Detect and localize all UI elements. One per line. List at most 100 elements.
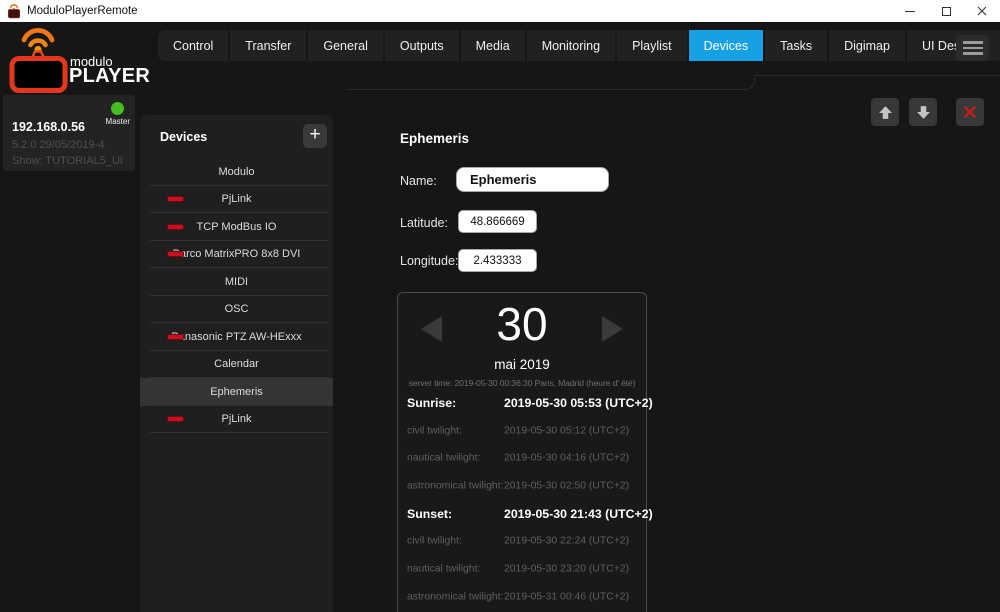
sun-time-value: 2019-05-30 04:16 (UTC+2) [504,452,630,464]
tab-control[interactable]: Control [158,30,229,61]
device-status-indicator [167,251,184,258]
latitude-label: Latitude: [400,216,448,230]
server-time-text: server time: 2019-05-30 00:36:30 Paris, … [408,378,636,388]
tab-monitoring[interactable]: Monitoring [526,30,616,61]
sun-time-row: nautical twilight: 2019-05-30 04:16 (UTC+… [398,444,646,472]
machine-show: Show: TUTORIAL5_UI [12,155,123,167]
device-label: Barco MatrixPRO 8x8 DVI [172,248,301,261]
sun-time-label: civil twilight: [407,425,462,437]
tab-digimap[interactable]: Digimap [829,30,905,61]
device-item-midi[interactable]: MIDI [140,268,333,296]
machine-ip: 192.168.0.56 [12,120,85,134]
sun-time-label: Sunrise: [407,395,457,410]
device-item-calendar[interactable]: Calendar [140,351,333,379]
machine-card[interactable]: Master 192.168.0.56 5.2.0 29/05/2019-4 S… [3,95,135,171]
device-list: Modulo PjLink TCP ModBus IO Barco MatrixPRO… [140,158,333,433]
sun-time-value: 2019-05-30 05:12 (UTC+2) [504,425,630,437]
machine-version: 5.2.0 29/05/2019-4 [12,139,105,151]
device-item-barco-matrixpro-8x8-dvi[interactable]: Barco MatrixPRO 8x8 DVI [140,241,333,269]
app-icon [7,3,21,19]
hamburger-icon [962,41,983,44]
device-status-indicator [167,416,184,423]
tab-media[interactable]: Media [460,30,525,61]
sun-time-label: astronomical twilight: [407,480,504,492]
device-status-indicator [167,196,184,203]
device-label: PjLink [221,193,252,206]
sun-time-row: civil twilight: 2019-05-30 05:12 (UTC+2) [398,417,646,445]
detail-title: Ephemeris [400,131,470,146]
longitude-label: Longitude: [400,254,459,268]
content-sheet-edge [347,75,755,90]
move-down-button[interactable] [909,98,937,126]
tab-tasks[interactable]: Tasks [765,30,828,61]
device-label: PjLink [221,413,252,426]
sun-times: Sunrise: 2019-05-30 05:53 (UTC+2) civil tw… [398,389,653,611]
master-badge: Master [105,117,130,126]
online-status-icon [111,102,124,115]
sun-time-row: Sunrise: 2019-05-30 05:53 (UTC+2) [398,389,653,417]
app-window: ModuloPlayerRemote modulo PLAYER Control… [0,0,1000,612]
titlebar: ModuloPlayerRemote [0,0,1000,22]
name-label: Name: [400,174,437,188]
sun-time-label: Sunset: [407,506,453,521]
arrow-down-icon [916,105,930,119]
sun-time-label: nautical twilight: [407,563,481,575]
device-item-panasonic-ptz-aw-hexxx[interactable]: Panasonic PTZ AW-HExxx [140,323,333,351]
sun-time-row: astronomical twilight: 2019-05-30 02:50 (… [398,472,646,500]
minimize-icon[interactable] [892,0,928,22]
device-label: Modulo [218,165,255,178]
sun-time-value: 2019-05-30 23:20 (UTC+2) [504,563,630,575]
device-label: TCP ModBus IO [196,220,277,233]
device-label: Panasonic PTZ AW-HExxx [171,330,302,343]
next-day-icon[interactable] [602,316,623,342]
sun-time-value: 2019-05-30 02:50 (UTC+2) [504,480,630,492]
sun-time-value: 2019-05-30 05:53 (UTC+2) [504,395,653,410]
longitude-input[interactable] [458,249,537,272]
tab-transfer[interactable]: Transfer [230,30,307,61]
device-status-indicator [167,333,184,340]
sun-time-value: 2019-05-30 21:43 (UTC+2) [504,506,653,521]
tab-outputs[interactable]: Outputs [384,30,459,61]
device-item-ephemeris[interactable]: Ephemeris [140,378,333,406]
sun-time-row: nautical twilight: 2019-05-30 23:20 (UTC+… [398,555,646,583]
sun-time-value: 2019-05-30 22:24 (UTC+2) [504,535,630,547]
device-item-pjlink[interactable]: PjLink [140,186,333,214]
window-title: ModuloPlayerRemote [27,5,138,17]
tab-devices[interactable]: Devices [688,30,764,61]
tab-playlist[interactable]: Playlist [617,30,687,61]
move-up-button[interactable] [871,98,899,126]
delete-device-button[interactable] [956,98,984,126]
calendar-month-year: mai 2019 [494,357,550,372]
menu-button[interactable] [956,35,989,61]
sun-time-row: Sunset: 2019-05-30 21:43 (UTC+2) [398,500,653,528]
nav-tabs: Control Transfer General Outputs Media Monito… [158,30,1000,61]
sun-time-row: astronomical twilight: 2019-05-31 00:46 (… [398,583,646,611]
name-input[interactable] [456,167,609,192]
red-cross-icon [964,106,976,118]
sun-time-label: nautical twilight: [407,452,481,464]
ephemeris-calendar: 30 mai 2019 server time: 2019-05-30 00:3… [397,292,653,612]
window-controls [892,0,1000,22]
device-item-modulo[interactable]: Modulo [140,158,333,186]
latitude-input[interactable] [458,210,537,233]
logo-text-player: PLAYER [69,65,151,87]
device-item-pjlink[interactable]: PjLink [140,406,333,434]
device-status-indicator [167,223,184,230]
modulo-player-icon [9,27,68,93]
arrow-up-icon [878,105,892,119]
sun-time-label: civil twilight: [407,535,462,547]
tab-general[interactable]: General [308,30,383,61]
devices-panel-title: Devices [160,130,208,144]
sun-time-label: astronomical twilight: [407,591,504,603]
device-label: Calendar [214,358,259,371]
close-icon[interactable] [964,0,1000,22]
device-item-osc[interactable]: OSC [140,296,333,324]
content-sheet-edge-right [755,75,1000,76]
maximize-icon[interactable] [928,0,964,22]
sun-time-row: civil twilight: 2019-05-30 22:24 (UTC+2) [398,527,646,555]
sun-time-value: 2019-05-31 00:46 (UTC+2) [504,591,630,603]
devices-panel: Devices + Modulo PjLink TCP ModBus IO Barco… [140,115,333,612]
device-item-tcp-modbus-io[interactable]: TCP ModBus IO [140,213,333,241]
add-device-button[interactable]: + [303,124,327,148]
device-label: Ephemeris [210,385,263,398]
